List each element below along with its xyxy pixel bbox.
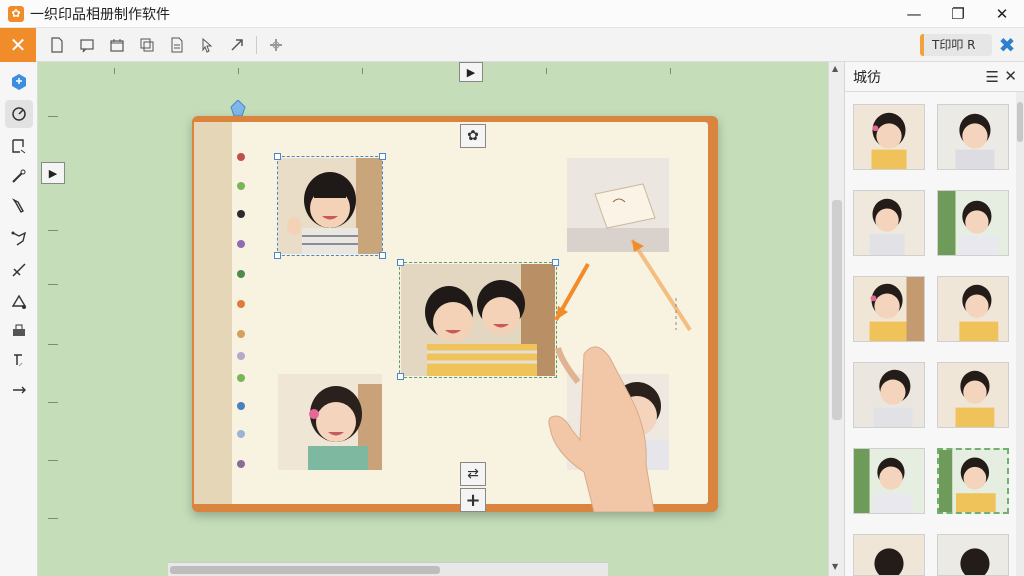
- cross-line-icon[interactable]: [5, 256, 33, 284]
- crop-icon[interactable]: [5, 132, 33, 160]
- album-photo-girl-flower[interactable]: [278, 374, 382, 470]
- text-box-icon[interactable]: [72, 32, 102, 58]
- ruler-tick: [48, 460, 58, 461]
- minimize-button[interactable]: —: [892, 0, 936, 28]
- duplicate-icon[interactable]: [132, 32, 162, 58]
- spine-dot: [237, 270, 245, 278]
- ruler-tick: [48, 230, 58, 231]
- pen-icon[interactable]: [5, 192, 33, 220]
- new-page-icon[interactable]: [42, 32, 72, 58]
- ruler-tick: [546, 68, 547, 74]
- resize-handle[interactable]: [397, 373, 404, 380]
- panel-title: 城彷: [853, 69, 881, 86]
- folder-icon[interactable]: [102, 32, 132, 58]
- thumbnail-item[interactable]: [853, 362, 925, 428]
- clear-button[interactable]: ✖: [996, 34, 1018, 56]
- scroll-up-icon[interactable]: ▲: [832, 64, 838, 73]
- panel-header: 城彷 ☰ ✕: [845, 62, 1024, 92]
- thumbnail-item[interactable]: [853, 190, 925, 256]
- menu-icon[interactable]: ☰: [986, 68, 999, 86]
- main-toolbar: ✕ T印叩 R ✖: [0, 27, 1024, 62]
- scroll-down-icon[interactable]: ▼: [832, 562, 838, 571]
- thumbnail-item[interactable]: [937, 534, 1009, 576]
- app-logo-icon: ✿: [8, 5, 24, 22]
- spine-dot: [237, 153, 245, 161]
- resize-handle[interactable]: [379, 153, 386, 160]
- pointer-icon[interactable]: [192, 32, 222, 58]
- side-play-button[interactable]: ▶: [41, 162, 65, 184]
- line-icon[interactable]: [5, 376, 33, 404]
- rotate-icon[interactable]: [5, 100, 33, 128]
- thumbnail-item[interactable]: [937, 104, 1009, 170]
- layer-icon[interactable]: [5, 68, 33, 96]
- arrow-tool-icon[interactable]: [222, 32, 252, 58]
- close-tool-button[interactable]: ✕: [0, 27, 36, 62]
- title-bar: ✿ 一织印品相册制作软件 — ❐ ✕: [0, 0, 1024, 28]
- ruler-tick: [362, 68, 363, 74]
- add-photo-button[interactable]: +: [460, 488, 486, 512]
- design-canvas[interactable]: ▶ ▶ ✿ ⇄ +: [38, 62, 828, 576]
- spine-dot: [237, 460, 245, 468]
- canvas-horizontal-scrollbar[interactable]: [168, 562, 608, 576]
- resize-handle[interactable]: [274, 153, 281, 160]
- toolbar-divider: [256, 35, 257, 54]
- fill-icon[interactable]: [5, 288, 33, 316]
- album-spine: [194, 122, 232, 504]
- stamp-icon[interactable]: [5, 316, 33, 344]
- close-window-button[interactable]: ✕: [980, 0, 1024, 28]
- ruler-tick: [670, 68, 671, 74]
- grid-icon[interactable]: [261, 32, 291, 58]
- ruler-tick: [238, 68, 239, 74]
- spine-dot: [237, 210, 245, 218]
- spine-dot: [237, 430, 245, 438]
- resize-handle[interactable]: [379, 252, 386, 259]
- panel-scrollbar[interactable]: [1016, 92, 1024, 576]
- thumbnail-item[interactable]: [853, 448, 925, 514]
- scrollbar-thumb[interactable]: [170, 566, 440, 574]
- thumbnail-item[interactable]: [853, 276, 925, 342]
- window-title: 一织印品相册制作软件: [30, 6, 170, 23]
- photo-library-panel: 城彷 ☰ ✕: [844, 62, 1024, 576]
- play-button[interactable]: ▶: [459, 62, 483, 82]
- lasso-icon[interactable]: [5, 224, 33, 252]
- spine-dot: [237, 352, 245, 360]
- page-icon[interactable]: [162, 32, 192, 58]
- spine-dot: [237, 374, 245, 382]
- thumbnail-item-selected[interactable]: [937, 448, 1009, 514]
- thumbnail-item[interactable]: [853, 534, 925, 576]
- scrollbar-thumb[interactable]: [1017, 102, 1023, 142]
- ruler-tick: [48, 116, 58, 117]
- resize-handle[interactable]: [274, 252, 281, 259]
- spine-dot: [237, 240, 245, 248]
- swap-photo-button[interactable]: ⇄: [460, 462, 486, 486]
- spine-dot: [237, 182, 245, 190]
- mode-selector[interactable]: T印叩 R: [920, 34, 992, 56]
- thumbnail-item[interactable]: [937, 190, 1009, 256]
- drag-arrow-icon: [554, 238, 692, 332]
- maximize-button[interactable]: ❐: [936, 0, 980, 28]
- thumbnail-item[interactable]: [937, 276, 1009, 342]
- hand-cursor-icon: [548, 346, 655, 512]
- thumbnail-item[interactable]: [937, 362, 1009, 428]
- ruler-tick: [48, 284, 58, 285]
- ruler-tick: [48, 402, 58, 403]
- spine-dot: [237, 330, 245, 338]
- photo-settings-button[interactable]: ✿: [460, 124, 486, 148]
- close-panel-icon[interactable]: ✕: [1004, 67, 1017, 85]
- ruler-tick: [48, 344, 58, 345]
- left-tool-panel: [0, 62, 38, 576]
- canvas-vertical-scrollbar[interactable]: ▲ ▼: [828, 62, 844, 576]
- thumbnail-item[interactable]: [853, 104, 925, 170]
- spine-dot: [237, 300, 245, 308]
- ruler-tick: [114, 68, 115, 74]
- scrollbar-thumb[interactable]: [832, 200, 842, 420]
- corner-icon[interactable]: [5, 346, 33, 374]
- resize-handle[interactable]: [397, 259, 404, 266]
- wand-icon[interactable]: [5, 162, 33, 190]
- window-controls: — ❐ ✕: [892, 0, 1024, 28]
- selection-frame: [277, 156, 383, 256]
- ruler-tick: [48, 518, 58, 519]
- spine-dot: [237, 402, 245, 410]
